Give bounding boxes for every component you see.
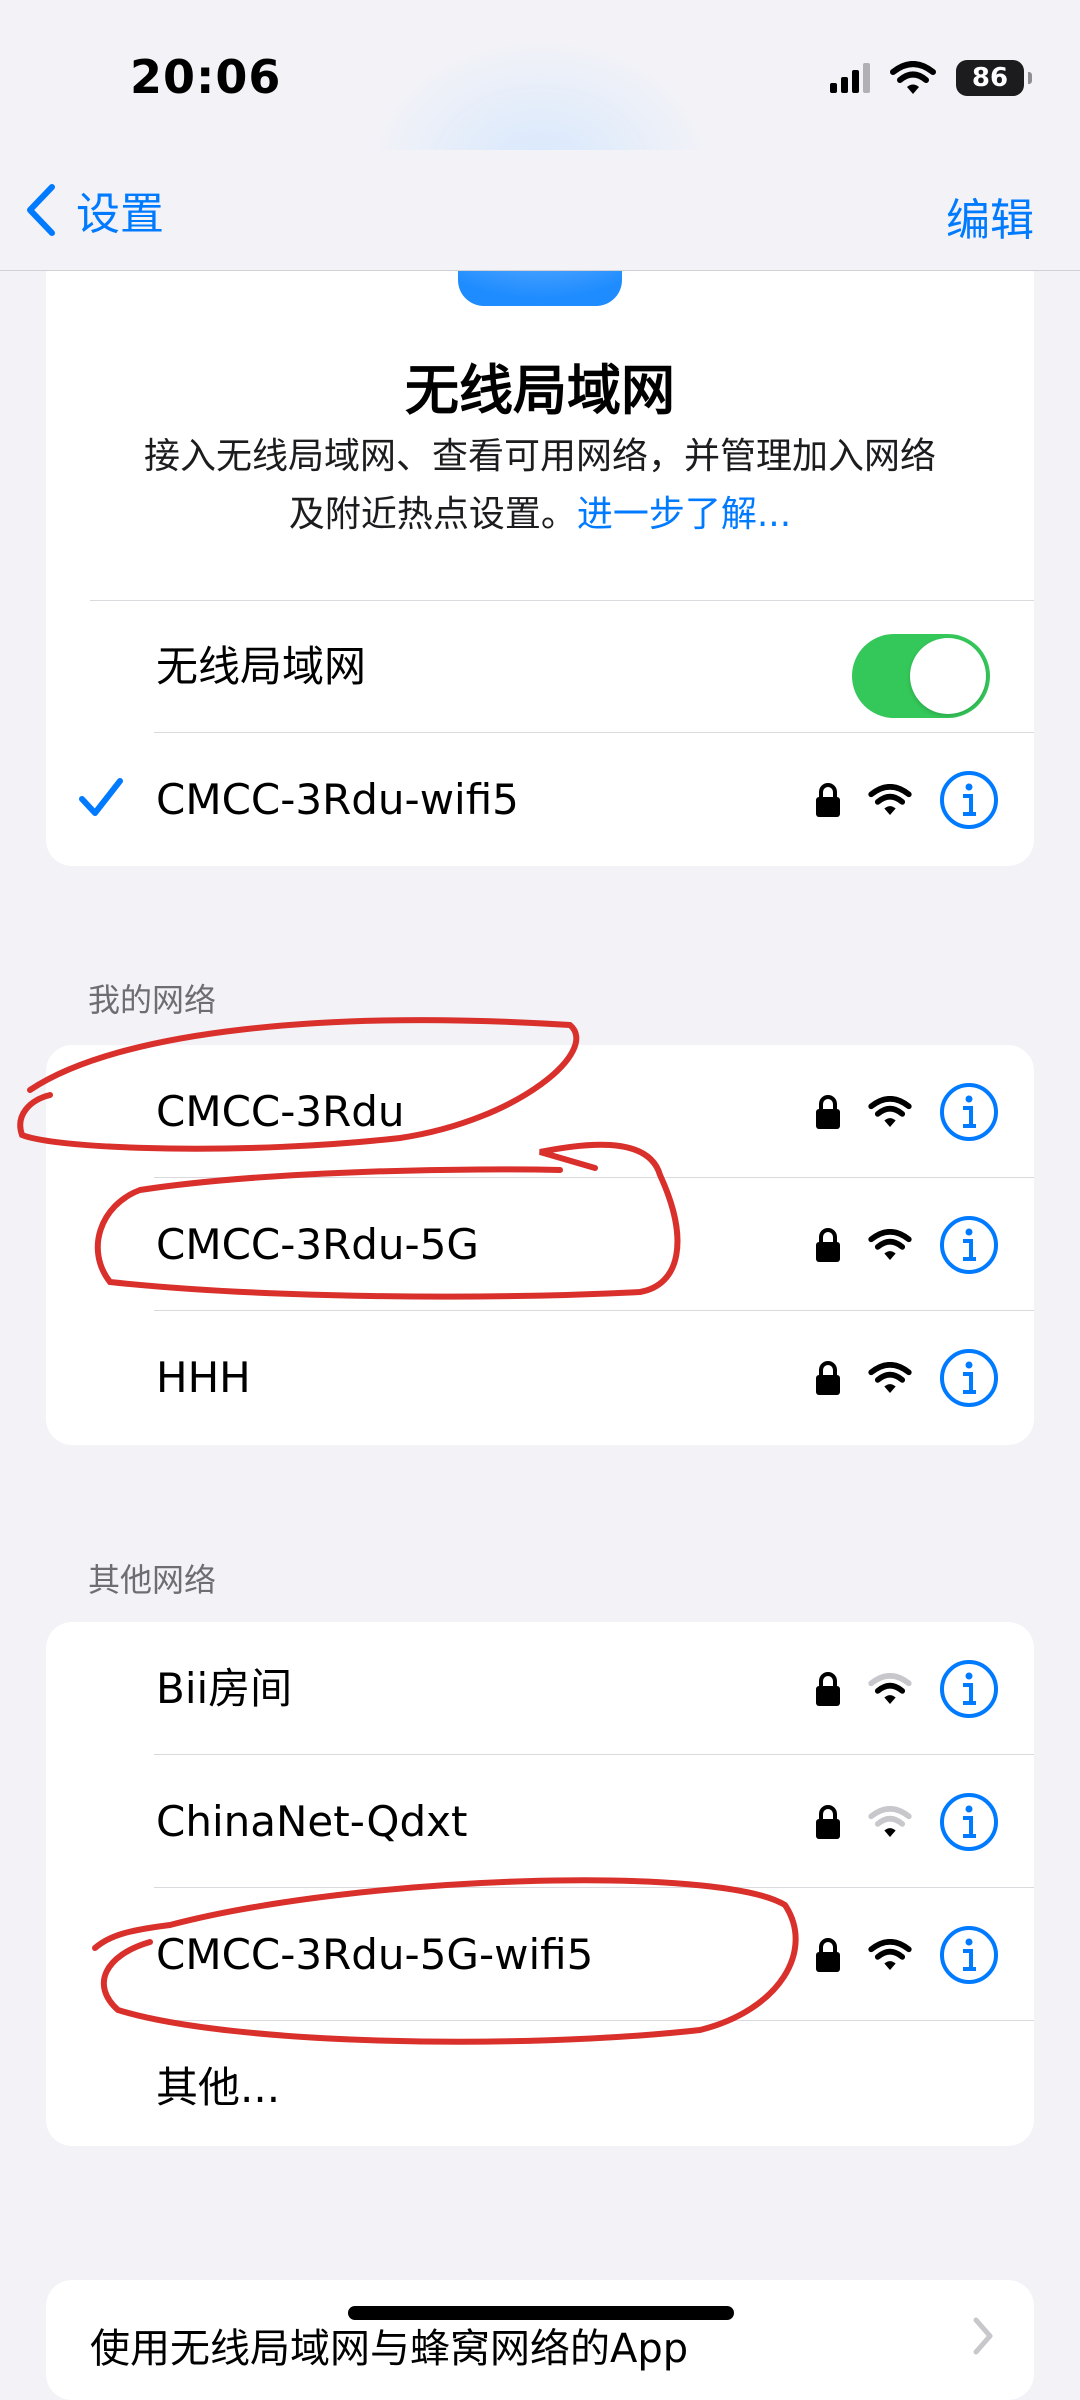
- wifi-signal-icon: [868, 1228, 912, 1260]
- info-icon[interactable]: [938, 769, 1000, 831]
- other-network-row[interactable]: 其他...: [46, 2021, 1034, 2146]
- network-name: CMCC-3Rdu-wifi5: [156, 775, 519, 824]
- wifi-toggle-switch[interactable]: [852, 634, 990, 718]
- info-icon[interactable]: [938, 1924, 1000, 1986]
- network-trailing: [814, 1755, 1000, 1888]
- network-row[interactable]: Bii房间: [46, 1622, 1034, 1755]
- chevron-left-icon: [27, 184, 55, 236]
- network-trailing: [814, 1622, 1000, 1755]
- status-time: 20:06: [130, 50, 282, 104]
- wifi-signal-icon: [868, 783, 912, 815]
- network-name: ChinaNet-Qdxt: [156, 1797, 468, 1846]
- lock-icon: [816, 1671, 840, 1706]
- network-row[interactable]: CMCC-3Rdu-5G-wifi5: [46, 1888, 1034, 2021]
- toggle-knob: [910, 638, 986, 714]
- info-icon[interactable]: [938, 1347, 1000, 1409]
- connected-network-row[interactable]: CMCC-3Rdu-wifi5: [46, 733, 1034, 866]
- network-row[interactable]: ChinaNet-Qdxt: [46, 1755, 1034, 1888]
- home-indicator: [348, 2306, 734, 2320]
- wifi-signal-icon: [868, 1938, 912, 1970]
- network-trailing: [814, 1178, 1000, 1311]
- wifi-main-card: 无线局域网 接入无线局域网、查看可用网络，并管理加入网络 及附近热点设置。进一步…: [46, 250, 1034, 866]
- edit-button[interactable]: 编辑: [946, 184, 1034, 248]
- info-icon[interactable]: [938, 1791, 1000, 1853]
- lock-icon: [816, 1360, 840, 1395]
- network-name: CMCC-3Rdu-5G-wifi5: [156, 1930, 594, 1979]
- lock-icon: [816, 1227, 840, 1262]
- apps-using-wifi-row[interactable]: 使用无线局域网与蜂窝网络的App: [46, 2280, 1034, 2400]
- status-wifi-icon: [890, 61, 936, 94]
- other-network-label: 其他...: [156, 2063, 281, 2112]
- wifi-signal-icon: [868, 1361, 912, 1393]
- back-button[interactable]: 设置: [24, 178, 164, 242]
- lock-icon: [816, 1937, 840, 1972]
- learn-more-link[interactable]: 进一步了解...: [577, 494, 791, 535]
- network-row[interactable]: HHH: [46, 1311, 1034, 1444]
- network-name: CMCC-3Rdu: [156, 1087, 405, 1136]
- navigation-bar: 设置 编辑: [0, 150, 1080, 271]
- checkmark-icon: [79, 778, 123, 816]
- network-trailing: [814, 1888, 1000, 2021]
- other-networks-header: 其他网络: [88, 1561, 217, 1599]
- my-networks-card: CMCC-3Rdu CMCC-3Rdu-5G HHH: [46, 1045, 1034, 1445]
- network-trailing: [814, 1045, 1000, 1178]
- network-row[interactable]: CMCC-3Rdu: [46, 1045, 1034, 1178]
- wifi-signal-icon: [868, 1805, 912, 1837]
- network-name: HHH: [156, 1353, 251, 1402]
- lock-icon: [816, 782, 840, 817]
- network-name: CMCC-3Rdu-5G: [156, 1220, 479, 1269]
- page-title: 无线局域网: [405, 359, 675, 422]
- apps-using-wifi-label: 使用无线局域网与蜂窝网络的App: [90, 2326, 689, 2372]
- wifi-toggle-label: 无线局域网: [156, 642, 367, 691]
- info-icon[interactable]: [938, 1658, 1000, 1720]
- lock-icon: [816, 1804, 840, 1839]
- my-networks-header: 我的网络: [88, 981, 217, 1019]
- wifi-signal-icon: [868, 1672, 912, 1704]
- back-button-label: 设置: [76, 189, 164, 240]
- hero-description-text: 及附近热点设置。: [288, 494, 577, 535]
- network-trailing: [814, 733, 1000, 866]
- network-row[interactable]: CMCC-3Rdu-5G: [46, 1178, 1034, 1311]
- lock-icon: [816, 1094, 840, 1129]
- wifi-toggle-row: 无线局域网: [46, 600, 1034, 733]
- status-icons: 86: [830, 56, 1032, 100]
- info-icon[interactable]: [938, 1214, 1000, 1276]
- network-trailing: [814, 1311, 1000, 1444]
- cellular-signal-icon: [830, 63, 870, 93]
- network-name: Bii房间: [156, 1664, 293, 1713]
- other-networks-card: Bii房间 ChinaNet-Qdxt CMCC-3Rdu-5G-wifi5 其…: [46, 1622, 1034, 2146]
- hero-description: 接入无线局域网、查看可用网络，并管理加入网络 及附近热点设置。进一步了解...: [80, 428, 1000, 544]
- battery-indicator: 86: [956, 60, 1032, 96]
- hero-description-line1: 接入无线局域网、查看可用网络，并管理加入网络: [143, 436, 936, 477]
- chevron-right-icon: [973, 2317, 993, 2355]
- wifi-signal-icon: [868, 1095, 912, 1127]
- info-icon[interactable]: [938, 1081, 1000, 1143]
- hero-description-line2: 及附近热点设置。进一步了解...: [80, 486, 1000, 544]
